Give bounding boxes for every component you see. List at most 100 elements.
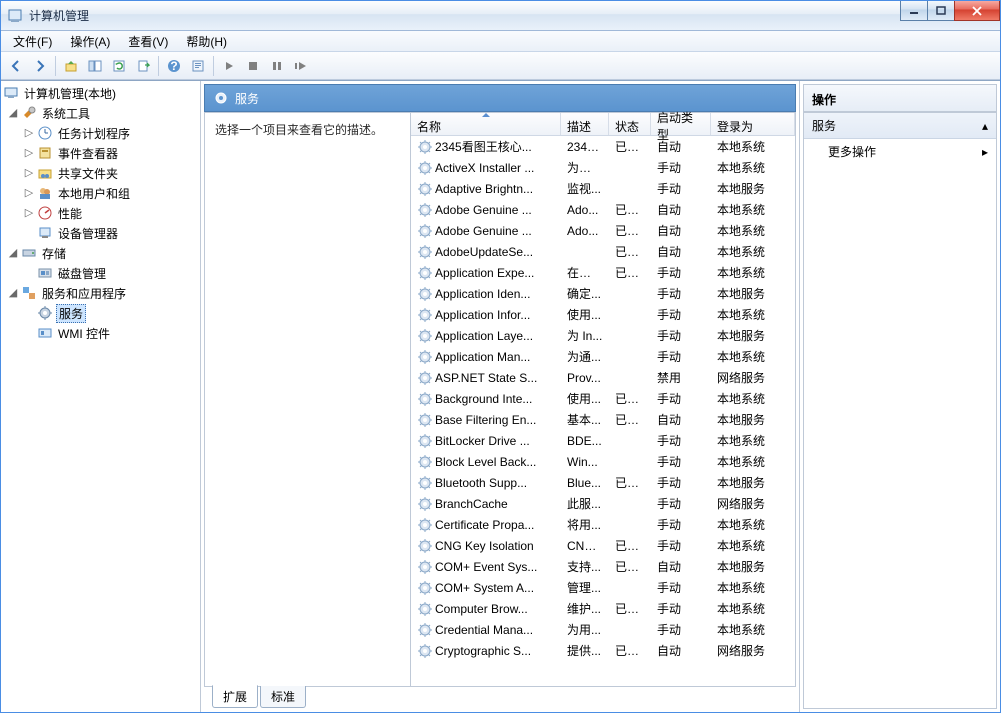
tree-task-scheduler[interactable]: ▷ 任务计划程序 <box>1 123 200 143</box>
tree-services-apps[interactable]: ◢ 服务和应用程序 <box>1 283 200 303</box>
expand-icon[interactable]: ▷ <box>21 128 37 139</box>
service-name: Computer Brow... <box>435 602 528 616</box>
maximize-button[interactable] <box>927 1 955 21</box>
service-row[interactable]: Application Infor...使用...手动本地系统 <box>411 304 795 325</box>
service-rows[interactable]: 2345看图王核心...2345...已启动自动本地系统ActiveX Inst… <box>411 136 795 686</box>
col-logon[interactable]: 登录为 <box>711 113 795 135</box>
service-row[interactable]: Cryptographic S...提供...已启动自动网络服务 <box>411 640 795 661</box>
gear-icon <box>37 305 53 321</box>
minimize-button[interactable] <box>900 1 928 21</box>
menu-action[interactable]: 操作(A) <box>62 31 118 52</box>
service-desc: 管理... <box>561 579 609 596</box>
service-row[interactable]: AdobeUpdateSe...已启动自动本地系统 <box>411 241 795 262</box>
service-row[interactable]: Base Filtering En...基本...已启动自动本地服务 <box>411 409 795 430</box>
service-row[interactable]: BitLocker Drive ...BDE...手动本地系统 <box>411 430 795 451</box>
tree-disk-management[interactable]: 磁盘管理 <box>1 263 200 283</box>
service-row[interactable]: BranchCache此服...手动网络服务 <box>411 493 795 514</box>
service-desc: 维护... <box>561 600 609 617</box>
tree-wmi[interactable]: WMI 控件 <box>1 323 200 343</box>
tools-icon <box>21 105 37 121</box>
service-row[interactable]: Block Level Back...Win...手动本地系统 <box>411 451 795 472</box>
col-startup[interactable]: 启动类型 <box>651 113 711 135</box>
service-row[interactable]: COM+ Event Sys...支持...已启动自动本地服务 <box>411 556 795 577</box>
service-row[interactable]: 2345看图王核心...2345...已启动自动本地系统 <box>411 136 795 157</box>
tab-standard[interactable]: 标准 <box>260 686 306 708</box>
tree-event-viewer[interactable]: ▷ 事件查看器 <box>1 143 200 163</box>
service-logon: 网络服务 <box>711 495 795 512</box>
col-desc[interactable]: 描述 <box>561 113 609 135</box>
service-row[interactable]: Application Man...为通...手动本地系统 <box>411 346 795 367</box>
collapse-icon[interactable]: ◢ <box>5 248 21 259</box>
menu-view[interactable]: 查看(V) <box>120 31 176 52</box>
service-desc: 使用... <box>561 306 609 323</box>
actions-more[interactable]: 更多操作 ▸ <box>804 139 996 164</box>
forward-button[interactable] <box>29 55 51 77</box>
clock-icon <box>37 125 53 141</box>
start-service-button[interactable] <box>218 55 240 77</box>
service-row[interactable]: Background Inte...使用...已启动手动本地系统 <box>411 388 795 409</box>
refresh-button[interactable] <box>108 55 130 77</box>
service-row[interactable]: Adobe Genuine ...Ado...已启动自动本地系统 <box>411 220 795 241</box>
service-desc: 使用... <box>561 390 609 407</box>
gear-icon <box>417 538 433 554</box>
service-row[interactable]: Application Expe...在应 ...已启动手动本地系统 <box>411 262 795 283</box>
expand-icon[interactable]: ▷ <box>21 188 37 199</box>
expand-icon[interactable]: ▷ <box>21 208 37 219</box>
service-row[interactable]: Application Iden...确定...手动本地服务 <box>411 283 795 304</box>
properties-button[interactable] <box>187 55 209 77</box>
titlebar[interactable]: 计算机管理 <box>1 1 1000 31</box>
service-row[interactable]: Credential Mana...为用...手动本地系统 <box>411 619 795 640</box>
service-desc: Win... <box>561 455 609 469</box>
service-row[interactable]: CNG Key IsolationCNG...已启动手动本地系统 <box>411 535 795 556</box>
tree-pane[interactable]: 计算机管理(本地) ◢ 系统工具 ▷ 任务计划程序 ▷ 事件查看器 ▷ 共享文件… <box>1 81 201 712</box>
tree-system-tools[interactable]: ◢ 系统工具 <box>1 103 200 123</box>
tree-label: 事件查看器 <box>56 145 120 162</box>
actions-section[interactable]: 服务 ▴ <box>804 113 996 139</box>
tree-shared-folders[interactable]: ▷ 共享文件夹 <box>1 163 200 183</box>
tree-label: 系统工具 <box>40 105 92 122</box>
pause-service-button[interactable] <box>266 55 288 77</box>
service-row[interactable]: Adaptive Brightn...监视...手动本地服务 <box>411 178 795 199</box>
service-desc: 为用... <box>561 621 609 638</box>
expand-icon[interactable]: ▷ <box>21 168 37 179</box>
window-buttons <box>901 1 1000 21</box>
service-row[interactable]: Bluetooth Supp...Blue...已启动手动本地服务 <box>411 472 795 493</box>
service-name: Application Infor... <box>435 308 530 322</box>
export-button[interactable] <box>132 55 154 77</box>
service-row[interactable]: Application Laye...为 In...手动本地服务 <box>411 325 795 346</box>
expand-icon[interactable]: ▷ <box>21 148 37 159</box>
service-startup: 自动 <box>651 558 711 575</box>
service-row[interactable]: ActiveX Installer ...为从 ...手动本地系统 <box>411 157 795 178</box>
tree-storage[interactable]: ◢ 存储 <box>1 243 200 263</box>
close-button[interactable] <box>954 1 1000 21</box>
show-hide-tree-button[interactable] <box>84 55 106 77</box>
menu-file[interactable]: 文件(F) <box>5 31 60 52</box>
tree-services[interactable]: 服务 <box>1 303 200 323</box>
tree-label: 服务和应用程序 <box>40 285 128 302</box>
service-row[interactable]: Computer Brow...维护...已启动手动本地系统 <box>411 598 795 619</box>
collapse-icon[interactable]: ◢ <box>5 108 21 119</box>
up-button[interactable] <box>60 55 82 77</box>
col-status[interactable]: 状态 <box>609 113 651 135</box>
tree-root[interactable]: 计算机管理(本地) <box>1 83 200 103</box>
service-desc: Ado... <box>561 224 609 238</box>
service-startup: 自动 <box>651 201 711 218</box>
tab-extended[interactable]: 扩展 <box>212 685 258 708</box>
tree-local-users[interactable]: ▷ 本地用户和组 <box>1 183 200 203</box>
service-row[interactable]: Certificate Propa...将用...手动本地系统 <box>411 514 795 535</box>
back-button[interactable] <box>5 55 27 77</box>
collapse-icon[interactable]: ◢ <box>5 288 21 299</box>
col-name[interactable]: 名称 <box>411 113 561 135</box>
service-row[interactable]: ASP.NET State S...Prov...禁用网络服务 <box>411 367 795 388</box>
tree-performance[interactable]: ▷ 性能 <box>1 203 200 223</box>
service-desc: 此服... <box>561 495 609 512</box>
stop-service-button[interactable] <box>242 55 264 77</box>
help-button[interactable]: ? <box>163 55 185 77</box>
tree-device-manager[interactable]: 设备管理器 <box>1 223 200 243</box>
service-row[interactable]: COM+ System A...管理...手动本地系统 <box>411 577 795 598</box>
window-title: 计算机管理 <box>29 7 89 24</box>
gear-icon <box>417 496 433 512</box>
menu-help[interactable]: 帮助(H) <box>178 31 235 52</box>
service-row[interactable]: Adobe Genuine ...Ado...已启动自动本地系统 <box>411 199 795 220</box>
restart-service-button[interactable] <box>290 55 312 77</box>
